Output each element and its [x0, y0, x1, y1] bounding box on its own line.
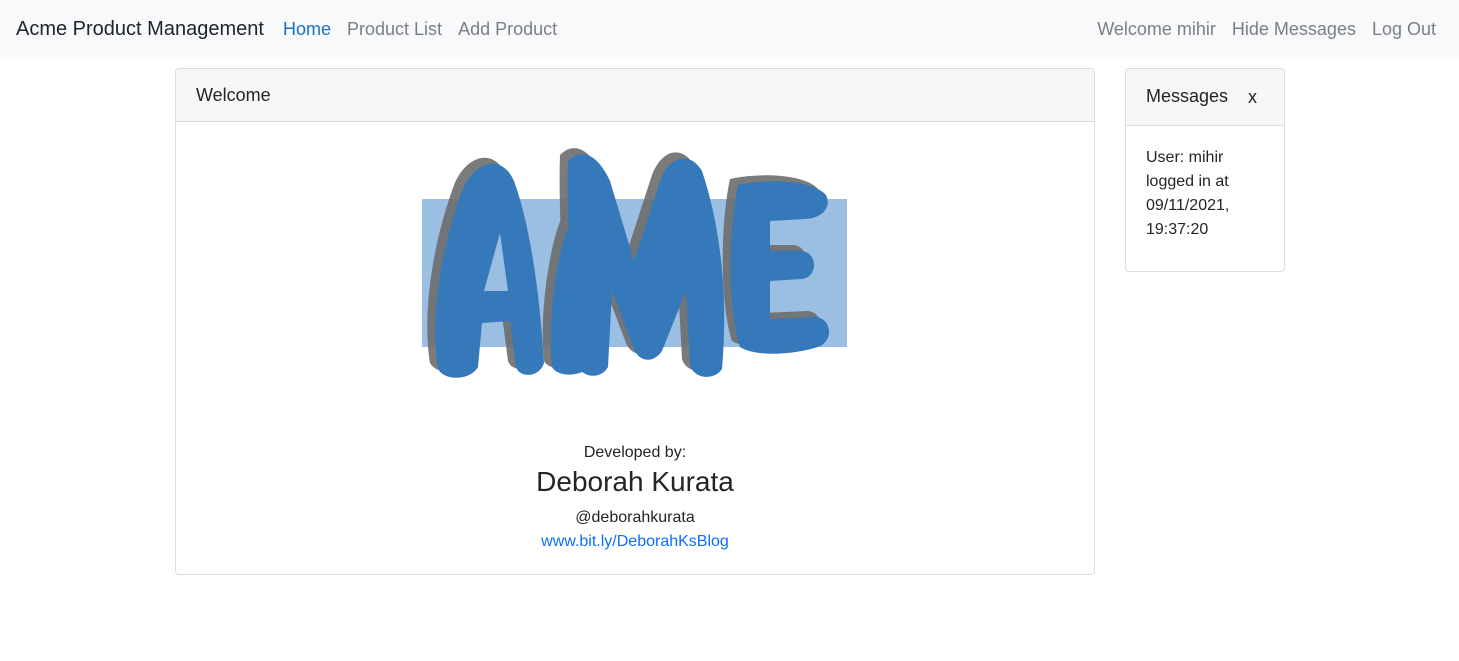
nav-home-link[interactable]: Home: [283, 16, 331, 42]
top-navbar: Acme Product Management Home Product Lis…: [0, 0, 1459, 57]
messages-card-header: Messages x: [1126, 69, 1284, 126]
twitter-handle: @deborahkurata: [575, 509, 695, 526]
nav-product-list-link[interactable]: Product List: [347, 16, 442, 42]
user-nav: Welcome mihir Hide Messages Log Out: [1097, 16, 1436, 42]
hide-messages-link[interactable]: Hide Messages: [1232, 16, 1356, 42]
developed-by-label: Developed by:: [583, 444, 687, 461]
brand-title[interactable]: Acme Product Management: [16, 16, 264, 42]
close-messages-button[interactable]: x: [1244, 70, 1261, 124]
blog-link[interactable]: www.bit.ly/DeborahKsBlog: [176, 532, 1094, 552]
welcome-card: Welcome Developed by: Deborah Kurata @de…: [175, 68, 1095, 575]
welcome-card-header: Welcome: [176, 69, 1094, 122]
login-message: User: mihir logged in at 09/11/2021, 19:…: [1146, 149, 1230, 238]
main-nav: Home Product List Add Product: [283, 16, 557, 42]
developer-name: Deborah Kurata: [536, 466, 734, 497]
log-out-link[interactable]: Log Out: [1372, 16, 1436, 42]
welcome-user-link[interactable]: Welcome mihir: [1097, 16, 1216, 42]
acme-logo: [422, 141, 847, 391]
messages-title: Messages: [1146, 86, 1229, 106]
acme-logo-image: [422, 148, 847, 378]
nav-add-product-link[interactable]: Add Product: [458, 16, 557, 42]
messages-card: Messages x User: mihir logged in at 09/1…: [1125, 68, 1285, 272]
